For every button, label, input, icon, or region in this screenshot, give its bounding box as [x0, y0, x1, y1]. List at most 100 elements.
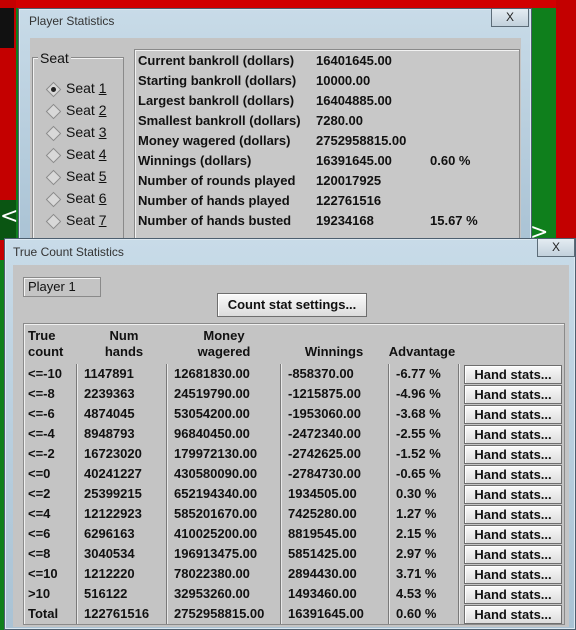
count-stat-settings-button[interactable]: Count stat settings... — [217, 293, 367, 317]
cell-money-wagered: 410025200.00 — [174, 526, 258, 541]
cell-advantage: 3.71 % — [396, 566, 437, 581]
hand-stats-button[interactable]: Hand stats... — [464, 485, 562, 504]
player-label: Player 1 — [23, 277, 101, 297]
cell-money-wagered: 2752958815.00 — [174, 606, 265, 621]
cell-winnings: -1953060.00 — [288, 406, 362, 421]
true-count-body: Player 1 Count stat settings... True coun… — [13, 265, 569, 627]
seat-label-prefix: Seat — [66, 212, 99, 228]
hand-stats-button[interactable]: Hand stats... — [464, 525, 562, 544]
cell-money-wagered: 24519790.00 — [174, 386, 250, 401]
cell-winnings: 7425280.00 — [288, 506, 357, 521]
hand-stats-button[interactable]: Hand stats... — [464, 465, 562, 484]
stat-row: Largest bankroll (dollars) 16404885.00 — [138, 93, 518, 113]
cell-true-count: <=-2 — [28, 446, 55, 461]
seat-label: Seat 1 — [66, 80, 107, 96]
radio-icon[interactable] — [45, 81, 62, 98]
header-money-wagered: Money wagered — [197, 328, 251, 359]
cell-winnings: 1493460.00 — [288, 586, 357, 601]
stat-row: Starting bankroll (dollars) 10000.00 — [138, 73, 518, 93]
seat-radio-3[interactable]: Seat 3 — [40, 124, 120, 146]
seat-label: Seat 5 — [66, 168, 107, 184]
radio-icon[interactable] — [45, 169, 62, 186]
hand-stats-button[interactable]: Hand stats... — [464, 425, 562, 444]
table-row: <=4 12122923 585201670.00 7425280.00 1.27 % H… — [24, 504, 564, 524]
seat-radio-7[interactable]: Seat 7 — [40, 212, 120, 234]
seat-group-label: Seat — [38, 50, 71, 66]
stat-label: Number of hands busted — [138, 213, 292, 228]
hand-stats-button[interactable]: Hand stats... — [464, 505, 562, 524]
table-row: <=-4 8948793 96840450.00 -2472340.00 -2.55 %… — [24, 424, 564, 444]
stat-row: Number of rounds played 120017925 — [138, 173, 518, 193]
table-row: <=-6 4874045 53054200.00 -1953060.00 -3.68 %… — [24, 404, 564, 424]
seat-radio-4[interactable]: Seat 4 — [40, 146, 120, 168]
seat-radio-5[interactable]: Seat 5 — [40, 168, 120, 190]
stat-extra: 15.67 % — [430, 213, 478, 228]
hand-stats-button[interactable]: Hand stats... — [464, 385, 562, 404]
cell-true-count: <=2 — [28, 486, 51, 501]
seat-radio-2[interactable]: Seat 2 — [40, 102, 120, 124]
seat-radio-6[interactable]: Seat 6 — [40, 190, 120, 212]
cell-winnings: 8819545.00 — [288, 526, 357, 541]
table-row: <=6 6296163 410025200.00 8819545.00 2.15 % Ha… — [24, 524, 564, 544]
cell-advantage: 2.97 % — [396, 546, 437, 561]
stat-row: Smallest bankroll (dollars) 7280.00 — [138, 113, 518, 133]
stat-label: Number of rounds played — [138, 173, 296, 188]
cell-advantage: 0.60 % — [396, 606, 437, 621]
hand-stats-button[interactable]: Hand stats... — [464, 405, 562, 424]
cell-num-hands: 12122923 — [84, 506, 142, 521]
column-separator — [76, 364, 77, 624]
cell-money-wagered: 179972130.00 — [174, 446, 258, 461]
seat-label-prefix: Seat — [66, 102, 99, 118]
stat-value: 19234168 — [316, 213, 374, 228]
cell-money-wagered: 78022380.00 — [174, 566, 250, 581]
header-true-count: True count — [28, 328, 64, 359]
cell-money-wagered: 96840450.00 — [174, 426, 250, 441]
stat-label: Number of hands played — [138, 193, 290, 208]
hand-stats-button[interactable]: Hand stats... — [464, 445, 562, 464]
seat-radio-1[interactable]: Seat 1 — [40, 80, 120, 102]
cell-winnings: 1934505.00 — [288, 486, 357, 501]
chevron-left-icon: < — [0, 204, 19, 229]
stats-list: Current bankroll (dollars) 16401645.00 Sta… — [138, 53, 518, 243]
cell-money-wagered: 53054200.00 — [174, 406, 250, 421]
stat-value: 7280.00 — [316, 113, 363, 128]
stat-label: Money wagered (dollars) — [138, 133, 291, 148]
seat-label: Seat 6 — [66, 190, 107, 206]
close-icon[interactable]: X — [491, 9, 529, 27]
cell-money-wagered: 12681830.00 — [174, 366, 250, 381]
table-row: <=0 40241227 430580090.00 -2784730.00 -0.65 … — [24, 464, 564, 484]
cell-num-hands: 4874045 — [84, 406, 135, 421]
hand-stats-button[interactable]: Hand stats... — [464, 585, 562, 604]
seat-label-number: 1 — [98, 80, 107, 96]
cell-num-hands: 1147891 — [84, 366, 134, 381]
cell-true-count: <=-6 — [28, 406, 55, 421]
cell-num-hands: 516122 — [84, 586, 128, 601]
table-row: <=10 1212220 78022380.00 2894430.00 3.71 % Ha… — [24, 564, 564, 584]
radio-icon[interactable] — [45, 213, 62, 230]
cell-num-hands: 16723020 — [84, 446, 142, 461]
seat-label: Seat 2 — [66, 102, 107, 118]
cell-true-count: >10 — [28, 586, 51, 601]
hand-stats-button[interactable]: Hand stats... — [464, 605, 562, 624]
cell-num-hands: 122761516 — [84, 606, 150, 621]
hand-stats-button[interactable]: Hand stats... — [464, 545, 562, 564]
table-edge-top — [0, 0, 576, 8]
hand-stats-button[interactable]: Hand stats... — [464, 565, 562, 584]
close-icon[interactable]: X — [537, 239, 575, 257]
cell-money-wagered: 32953260.00 — [174, 586, 250, 601]
stat-row: Current bankroll (dollars) 16401645.00 — [138, 53, 518, 73]
header-advantage: Advantage — [388, 344, 456, 359]
player-statistics-body: Seat Seat 1 Seat 2 Seat 3 Seat 4 Seat 5 Seat … — [30, 38, 521, 243]
radio-icon[interactable] — [45, 147, 62, 164]
cell-advantage: 4.53 % — [396, 586, 437, 601]
stat-value: 2752958815.00 — [316, 133, 407, 148]
stat-extra: 0.60 % — [430, 153, 471, 168]
hand-stats-button[interactable]: Hand stats... — [464, 365, 562, 384]
radio-icon[interactable] — [45, 125, 62, 142]
radio-icon[interactable] — [45, 103, 62, 120]
radio-icon[interactable] — [45, 191, 62, 208]
table-row: <=-8 2239363 24519790.00 -1215875.00 -4.96 %… — [24, 384, 564, 404]
seat-label-number: 2 — [98, 102, 107, 118]
seat-label-number: 5 — [98, 168, 107, 184]
seat-label-prefix: Seat — [66, 80, 99, 96]
